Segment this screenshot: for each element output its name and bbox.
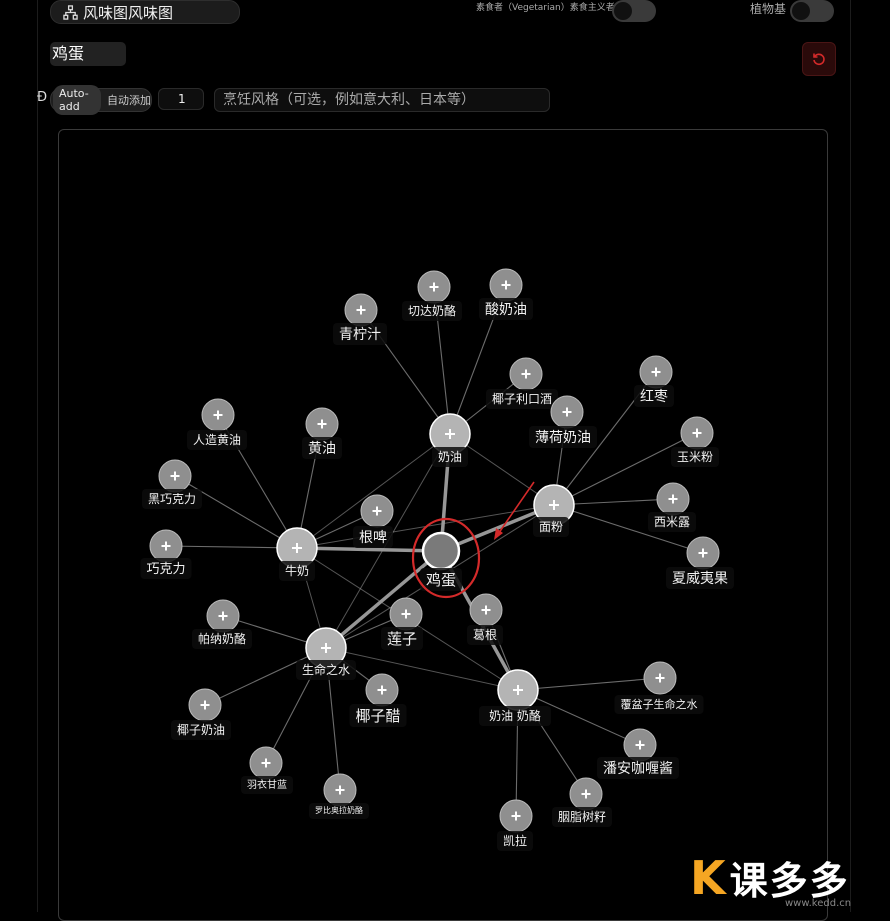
node-label: 青柠汁 xyxy=(339,327,381,343)
node-label: 巧克力 xyxy=(146,562,185,577)
ingredient-node[interactable]: 黑巧克力 xyxy=(142,459,202,509)
node-label: 鸡蛋 xyxy=(426,571,456,589)
node-label: 酸奶油 xyxy=(485,302,527,318)
node-label: 奶油 奶酪 xyxy=(489,708,541,723)
ingredient-node[interactable]: 巧克力 xyxy=(140,529,192,579)
node-label: 潘安咖喱酱 xyxy=(603,761,673,777)
flavor-graph[interactable]: 切达奶酪 酸奶油青柠汁椰子利口酒薄荷奶油 红枣人造黄油黄油玉米粉黑巧克力根啤 西米露巧… xyxy=(0,0,890,912)
edge-node xyxy=(517,677,661,691)
ingredient-node[interactable]: 羽衣甘蓝 xyxy=(241,746,293,794)
node-label: 莲子 xyxy=(387,630,417,648)
ingredient-node[interactable]: 凯拉 xyxy=(497,799,533,851)
center-circle[interactable] xyxy=(421,531,461,571)
hub-node-cc[interactable]: 奶油 奶酪 xyxy=(479,669,551,726)
node-label: 夏威夷果 xyxy=(672,571,728,587)
ingredient-node[interactable]: 酸奶油 xyxy=(479,268,533,320)
watermark-url: www.kedd.cn xyxy=(785,898,852,909)
ingredient-node[interactable]: 罗比奥拉奶酪 xyxy=(309,773,369,819)
node-label: 葛根 xyxy=(473,628,497,642)
annotation-arrow-icon xyxy=(494,481,535,540)
node-label: 奶油 xyxy=(438,450,462,464)
node-label: 椰子奶油 xyxy=(177,722,225,737)
logo-k-icon: K xyxy=(690,850,726,905)
node-label: 红枣 xyxy=(640,389,668,405)
hub-node-water[interactable]: 生命之水 xyxy=(296,627,356,680)
watermark-brand: 课多多 xyxy=(729,859,850,903)
ingredient-node[interactable]: 潘安咖喱酱 xyxy=(597,728,679,779)
node-label: 西米露 xyxy=(654,515,690,529)
ingredient-node[interactable]: 葛根 xyxy=(467,593,503,645)
hub-node-cream[interactable]: 奶油 xyxy=(429,413,471,467)
ingredient-node[interactable]: 青柠汁 xyxy=(333,293,387,345)
ingredient-node[interactable]: 西米露 xyxy=(648,482,696,532)
node-label: 椰子醋 xyxy=(355,707,400,725)
node-label: 罗比奥拉奶酪 xyxy=(315,805,363,815)
node-label: 根啤 xyxy=(359,530,387,546)
node-label: 帕纳奶酪 xyxy=(198,631,246,646)
edge-center-milk xyxy=(296,546,442,553)
hub-node-milk[interactable]: 牛奶 xyxy=(276,527,318,581)
ingredient-node[interactable]: 椰子醋 xyxy=(349,673,407,727)
node-label: 黄油 xyxy=(308,440,336,457)
node-label: 切达奶酪 xyxy=(408,303,456,318)
node-label: 人造黄油 xyxy=(193,433,241,447)
node-label: 凯拉 xyxy=(503,833,527,848)
ingredient-node[interactable]: 人造黄油 xyxy=(187,398,247,450)
node-label: 生命之水 xyxy=(302,662,350,677)
watermark-logo: K 课多多 www.kedd.cn xyxy=(690,850,851,910)
ingredient-node[interactable]: 黄油 xyxy=(302,407,342,459)
ingredient-node[interactable]: 根啤 xyxy=(353,494,394,548)
node-label: 胭脂树籽 xyxy=(558,809,606,824)
ingredient-node[interactable]: 切达奶酪 xyxy=(402,270,462,321)
ingredient-node[interactable]: 胭脂树籽 xyxy=(552,777,612,827)
node-label: 面粉 xyxy=(539,520,563,534)
ingredient-node[interactable]: 帕纳奶酪 xyxy=(192,599,252,649)
ingredient-node[interactable]: 红枣 xyxy=(634,355,674,407)
edge-node xyxy=(174,475,298,549)
node-label: 羽衣甘蓝 xyxy=(247,778,287,791)
node-label: 椰子利口酒 xyxy=(492,391,552,406)
node-label: 薄荷奶油 xyxy=(535,430,591,446)
node-label: 黑巧克力 xyxy=(148,492,196,506)
ingredient-node[interactable]: 椰子利口酒 xyxy=(486,357,558,409)
node-label: 牛奶 xyxy=(285,563,309,578)
hub-node-flour[interactable]: 面粉 xyxy=(533,484,575,537)
ingredient-node[interactable]: 覆盆子生命之水 xyxy=(614,661,704,714)
node-label: 覆盆子生命之水 xyxy=(621,697,698,711)
node-label: 玉米粉 xyxy=(677,450,713,464)
